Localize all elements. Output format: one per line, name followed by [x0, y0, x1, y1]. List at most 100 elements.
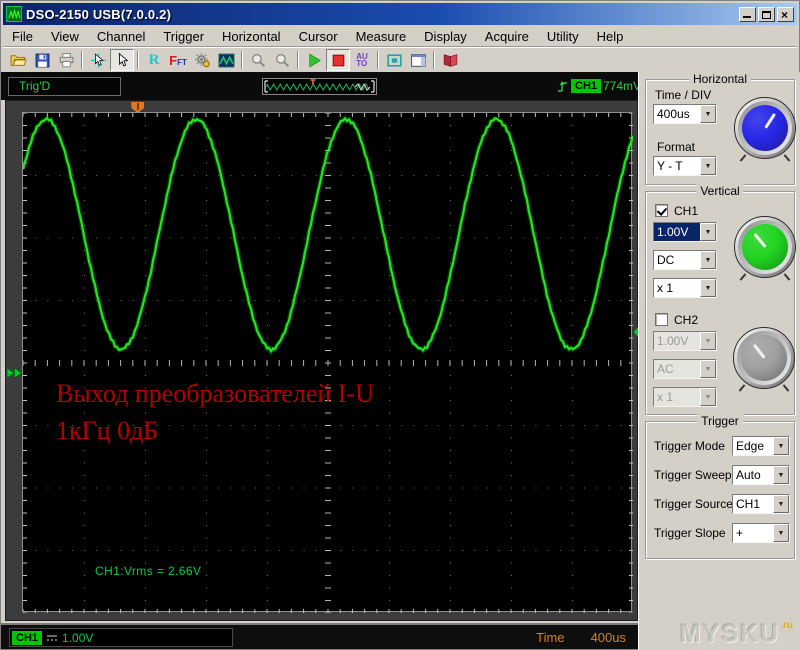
- dropdown-arrow-icon[interactable]: [700, 332, 716, 350]
- group-title: Horizontal: [688, 72, 752, 86]
- print-button[interactable]: [54, 49, 78, 71]
- trigger-row-label: Trigger Sweep: [654, 468, 732, 482]
- time-div-select[interactable]: 400us: [653, 104, 717, 124]
- toolbar: R FFT AU TO: [3, 47, 797, 72]
- help-book-button[interactable]: [438, 49, 462, 71]
- minimize-button[interactable]: [739, 6, 756, 22]
- menu-acquire[interactable]: Acquire: [476, 27, 538, 46]
- zoom-out-button[interactable]: [270, 49, 294, 71]
- ch1-checkbox[interactable]: [655, 204, 668, 217]
- app-waveform-icon: [7, 8, 21, 19]
- ch1-position-knob[interactable]: [734, 216, 796, 278]
- trigger-mode-select[interactable]: Edge: [732, 436, 790, 456]
- cursor-track-button[interactable]: [86, 49, 110, 71]
- group-title: Trigger: [697, 414, 743, 428]
- ch1-position-marker[interactable]: [6, 365, 23, 381]
- dropdown-arrow-icon[interactable]: [700, 223, 716, 241]
- snapshot-button[interactable]: [382, 49, 406, 71]
- ch1-probe-select[interactable]: x 1: [653, 278, 717, 298]
- trigger-group: Trigger Trigger ModeEdgeTrigger SweepAut…: [645, 414, 795, 559]
- zoom-in-button[interactable]: [246, 49, 270, 71]
- trigger-edge-icon: [557, 79, 569, 99]
- trigger-row: Trigger Mode Edge: [646, 435, 794, 457]
- dropdown-arrow-icon[interactable]: [700, 251, 716, 269]
- ch2-coupling-select[interactable]: AC: [653, 359, 717, 379]
- app-icon: [6, 6, 22, 22]
- menu-display[interactable]: Display: [415, 27, 476, 46]
- menu-help[interactable]: Help: [588, 27, 633, 46]
- format-select[interactable]: Y - T: [653, 156, 717, 176]
- time-value: 400us: [590, 630, 626, 645]
- time-div-label: Time / DIV: [655, 88, 712, 102]
- dropdown-arrow-icon[interactable]: [700, 157, 716, 175]
- save-button[interactable]: [30, 49, 54, 71]
- toolbar-separator: [377, 51, 379, 69]
- stop-button[interactable]: [326, 49, 350, 71]
- dropdown-arrow-icon[interactable]: [700, 388, 716, 406]
- fft-button[interactable]: FFT: [166, 49, 190, 71]
- control-panel: Horizontal Time / DIV 400us Format Y - T…: [638, 72, 800, 650]
- annotation-line2: 1кГц 0дБ: [56, 416, 159, 445]
- dropdown-arrow-icon[interactable]: [700, 105, 716, 123]
- annotation-line1: Выход преобразователей I-U: [56, 379, 374, 408]
- start-button[interactable]: [302, 49, 326, 71]
- ch2-probe-select[interactable]: x 1: [653, 387, 717, 407]
- self-calibration-button[interactable]: [190, 49, 214, 71]
- menu-channel[interactable]: Channel: [88, 27, 154, 46]
- auto-set-button[interactable]: AU TO: [350, 49, 374, 71]
- menu-cursor[interactable]: Cursor: [290, 27, 347, 46]
- scope-display[interactable]: T Выход преобразователей I-U 1кГц 0дБ CH…: [5, 100, 647, 621]
- acquisition-preview[interactable]: [262, 78, 377, 95]
- maximize-icon: [762, 10, 771, 19]
- trigger-row-label: Trigger Slope: [654, 526, 726, 540]
- dropdown-arrow-icon[interactable]: [773, 466, 789, 484]
- minimize-icon: [743, 15, 751, 18]
- dropdown-arrow-icon[interactable]: [700, 360, 716, 378]
- double-arrow-icon: [6, 367, 23, 379]
- menu-trigger[interactable]: Trigger: [154, 27, 213, 46]
- menu-utility[interactable]: Utility: [538, 27, 588, 46]
- menu-measure[interactable]: Measure: [347, 27, 416, 46]
- close-button[interactable]: ×: [777, 6, 794, 22]
- ch2-checkbox[interactable]: [655, 313, 668, 326]
- trigger-row: Trigger Sweep Auto: [646, 464, 794, 486]
- dropdown-arrow-icon[interactable]: [773, 524, 789, 542]
- toolbar-separator: [297, 51, 299, 69]
- dropdown-arrow-icon[interactable]: [700, 279, 716, 297]
- app-window: DSO-2150 USB(7.0.0.2) × File View Channel T…: [0, 0, 800, 650]
- ref-wave-button[interactable]: R: [142, 49, 166, 71]
- trigger-level-value: 774mV: [603, 79, 642, 93]
- ch2-position-knob[interactable]: [733, 327, 795, 389]
- trigger-row: Trigger Slope +: [646, 522, 794, 544]
- ch1-volt-select[interactable]: 1.00V: [653, 222, 717, 242]
- menu-view[interactable]: View: [42, 27, 88, 46]
- cursor-select-button[interactable]: [110, 49, 134, 71]
- toolbar-separator: [81, 51, 83, 69]
- menu-file[interactable]: File: [3, 27, 42, 46]
- window-layout-button[interactable]: [406, 49, 430, 71]
- trigger-sweep-select[interactable]: Auto: [732, 465, 790, 485]
- trigger-row-label: Trigger Source: [654, 497, 733, 511]
- vrms-measurement: CH1:Vrms = 2.66V: [95, 564, 202, 578]
- trigger-row-label: Trigger Mode: [654, 439, 725, 453]
- maximize-button[interactable]: [758, 6, 775, 22]
- toolbar-separator: [241, 51, 243, 69]
- vertical-group: Vertical CH1 1.00V DC x 1 CH2: [645, 184, 796, 415]
- ch2-volt-select[interactable]: 1.00V: [653, 331, 717, 351]
- close-icon: ×: [781, 7, 789, 22]
- menu-horizontal[interactable]: Horizontal: [213, 27, 290, 46]
- dropdown-arrow-icon[interactable]: [773, 437, 789, 455]
- horizontal-knob[interactable]: [734, 97, 796, 159]
- format-label: Format: [657, 140, 696, 154]
- ch1-coupling-select[interactable]: DC: [653, 250, 717, 270]
- open-button[interactable]: [6, 49, 30, 71]
- waveform-display-button[interactable]: [214, 49, 238, 71]
- trigger-slope-select[interactable]: +: [732, 523, 790, 543]
- volts-per-div: 1.00V: [62, 630, 94, 645]
- channel-badge: CH1: [571, 79, 602, 93]
- dropdown-arrow-icon[interactable]: [773, 495, 789, 513]
- menu-bar: File View Channel Trigger Horizontal Cursor Me…: [3, 26, 797, 47]
- annotation-text: Выход преобразователей I-U 1кГц 0дБ: [56, 375, 374, 449]
- toolbar-separator: [137, 51, 139, 69]
- trigger-source-select[interactable]: CH1: [732, 494, 790, 514]
